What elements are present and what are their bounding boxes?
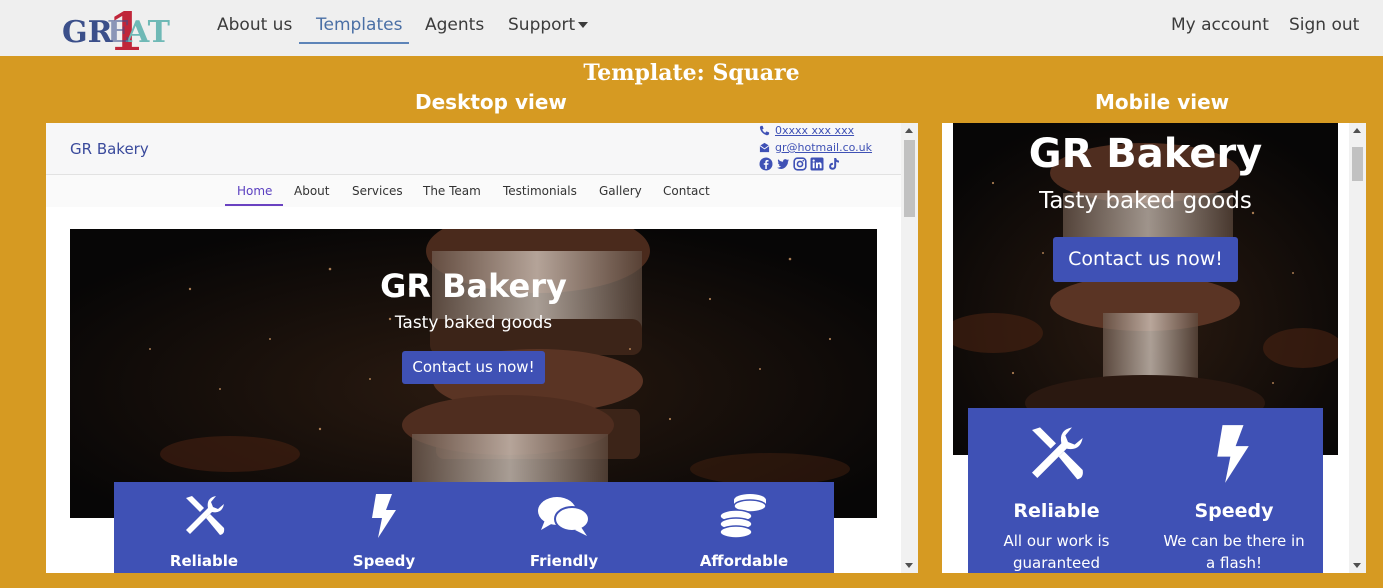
contact-us-button[interactable]: Contact us now! [402,351,545,384]
menu-about[interactable]: About [294,184,329,198]
mobile-scroll-down-arrow-icon[interactable] [1353,563,1361,568]
menu-home[interactable]: Home [237,184,272,198]
menu-active-indicator [225,204,283,206]
desktop-preview-frame[interactable]: GR Bakery 0xxxx xxx xxx gr@hotmail.co.uk… [46,123,918,573]
twitter-icon[interactable] [776,157,790,171]
menu-contact[interactable]: Contact [663,184,710,198]
features-strip: Reliable Speedy Friendly Affordable [114,482,834,573]
mobile-features-strip: Reliable All our work is guaranteed Spee… [968,408,1323,573]
svg-text:GR: GR [62,15,114,50]
hero-subtitle: Tasty baked goods [394,313,553,333]
mobile-preview-frame[interactable]: GR Bakery Tasty baked goods Contact us n… [942,123,1366,573]
mobile-view-heading: Mobile view [1095,90,1230,114]
chat-bubbles-icon [538,497,590,536]
nav-about-us[interactable]: About us [217,15,292,35]
svg-text:E: E [107,15,130,50]
hero-banner: GR Bakery Tasty baked goods Contact us n… [70,229,877,518]
mobile-scroll-up-arrow-icon[interactable] [1353,128,1361,133]
site-header: GR Bakery 0xxxx xxx xxx gr@hotmail.co.uk [46,123,901,175]
mobile-contact-us-button[interactable]: Contact us now! [1053,237,1238,282]
scroll-down-arrow-icon[interactable] [905,563,913,568]
lightning-icon [372,494,396,538]
menu-testimonials[interactable]: Testimonials [503,184,577,198]
phone-link[interactable]: 0xxxx xxx xxx [759,124,854,137]
menu-services[interactable]: Services [352,184,403,198]
mobile-feature-speedy-desc-line1: We can be there in [1163,532,1305,550]
nav-templates[interactable]: Templates [316,15,402,35]
mobile-feature-reliable-desc-line1: All our work is [1003,532,1110,550]
nav-active-indicator [299,42,409,44]
facebook-icon[interactable] [759,157,773,171]
scroll-up-arrow-icon[interactable] [905,128,913,133]
phone-number: 0xxxx xxx xxx [775,124,855,137]
great-logo[interactable]: GR 1 AT E [60,0,172,56]
nav-support-label: Support [508,15,576,35]
hero-title: GR Bakery [380,267,567,305]
svg-text:AT: AT [125,15,171,50]
feature-reliable: Reliable [169,552,239,570]
tools-icon [186,496,225,535]
feature-friendly: Friendly [529,552,599,570]
mobile-hero-banner: GR Bakery Tasty baked goods Contact us n… [953,123,1338,455]
mobile-feature-speedy-desc-line2: a flash! [1206,554,1262,572]
mobile-hero-subtitle: Tasty baked goods [1039,188,1252,214]
site-menu: Home About Services The Team Testimonial… [46,175,901,207]
instagram-icon[interactable] [793,157,807,171]
email-icon [759,142,770,153]
nav-sign-out[interactable]: Sign out [1289,15,1359,35]
caret-down-icon [578,22,589,28]
mobile-scroll-thumb[interactable] [1352,147,1363,181]
menu-the-team[interactable]: The Team [423,184,481,198]
email-address: gr@hotmail.co.uk [775,141,873,154]
email-link[interactable]: gr@hotmail.co.uk [759,141,872,154]
nav-agents[interactable]: Agents [425,15,484,35]
mobile-feature-speedy: Speedy [1194,500,1274,522]
mobile-scrollbar[interactable] [1349,123,1366,573]
phone-icon [759,125,770,136]
desktop-view-heading: Desktop view [415,90,567,114]
mobile-lightning-icon [1217,425,1249,483]
mobile-feature-reliable-desc-line2: guaranteed [1013,554,1100,572]
mobile-tools-icon [1032,427,1083,480]
top-navbar: GR 1 AT E About us Templates Agents Supp… [0,0,1383,56]
feature-affordable: Affordable [699,552,789,570]
tiktok-icon[interactable] [827,157,841,171]
site-brand[interactable]: GR Bakery [70,140,149,158]
page-title: Template: Square [583,60,800,86]
mobile-hero-title: GR Bakery [1028,131,1263,177]
linkedin-icon[interactable] [810,157,824,171]
feature-speedy: Speedy [352,552,416,570]
scroll-thumb[interactable] [904,140,915,217]
social-links [759,157,841,171]
nav-support-dropdown[interactable]: Support [508,15,589,35]
menu-gallery[interactable]: Gallery [599,184,642,198]
desktop-scrollbar[interactable] [901,123,918,573]
nav-my-account[interactable]: My account [1171,15,1269,35]
mobile-feature-reliable: Reliable [1013,500,1100,522]
coins-icon [719,494,767,539]
